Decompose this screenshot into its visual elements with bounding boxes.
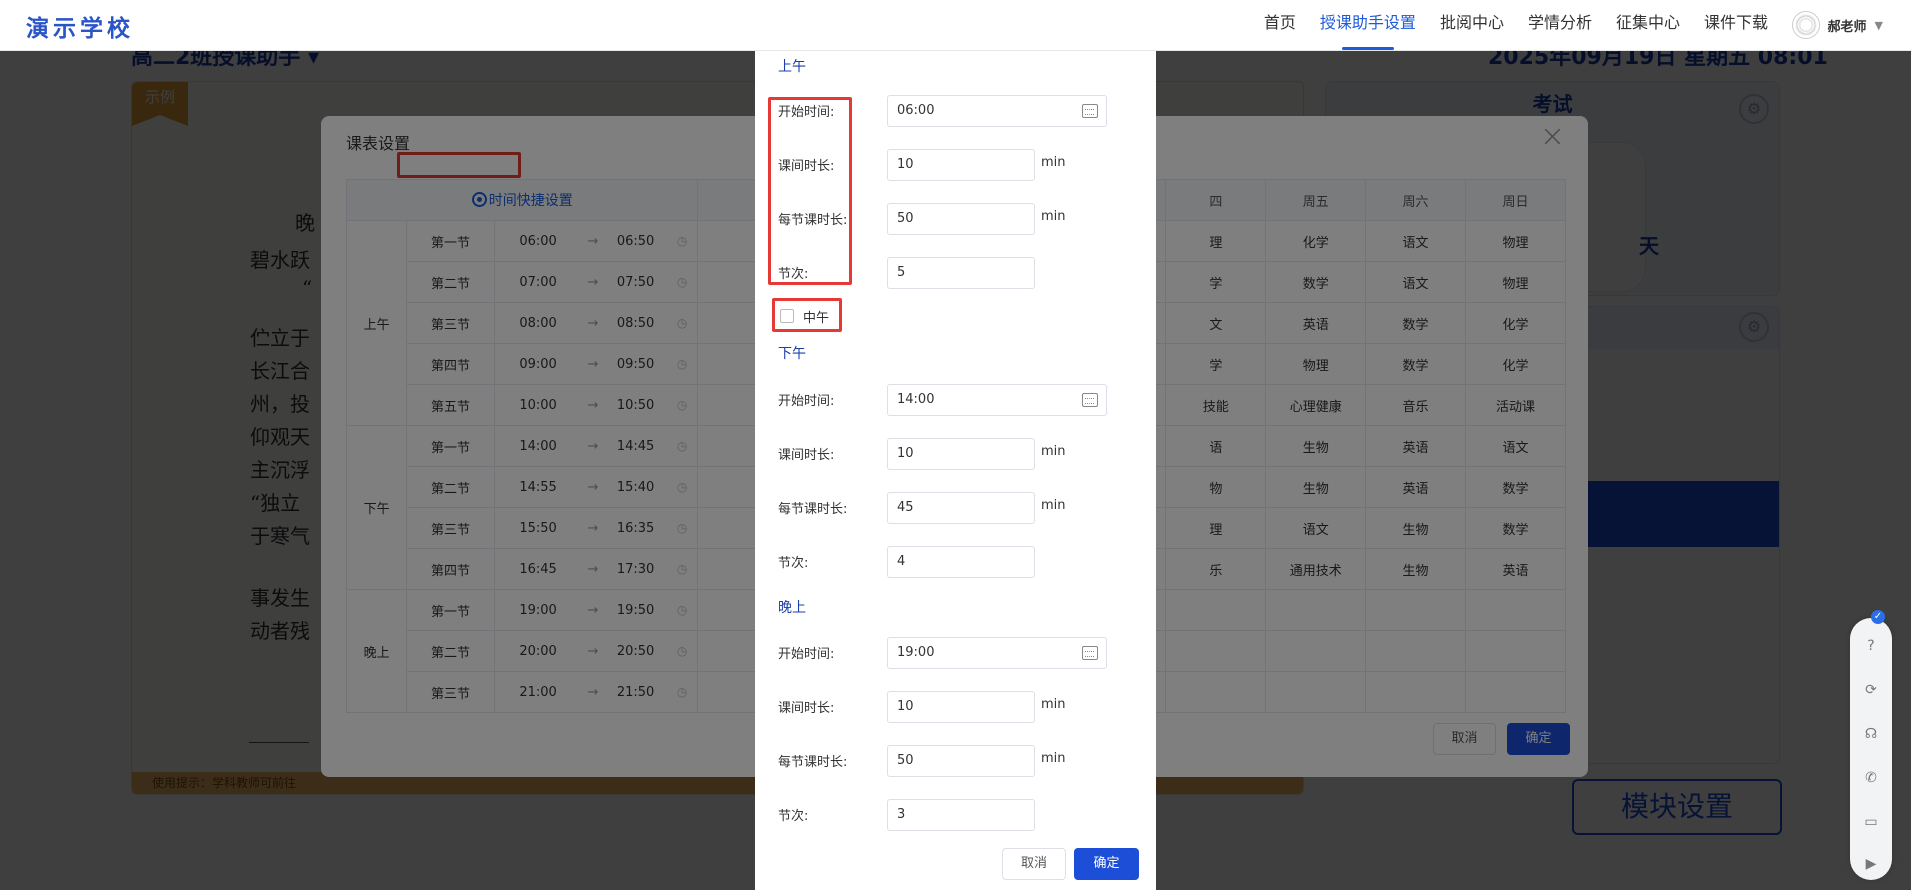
calendar-icon: [1082, 393, 1098, 407]
afternoon-start-time-input[interactable]: 14:00: [887, 384, 1107, 416]
nav-collection-center[interactable]: 征集中心: [1616, 0, 1680, 51]
top-header: 演示学校 首页 授课助手设置 批阅中心 学情分析 征集中心 课件下载 郝老师 ▼: [0, 0, 1911, 51]
play-icon[interactable]: ▶: [1863, 856, 1879, 872]
afternoon-lesson-input[interactable]: 45: [887, 492, 1035, 524]
panel-cancel-button[interactable]: 取消: [1002, 848, 1066, 880]
headset-icon[interactable]: ☊: [1863, 726, 1879, 742]
panel-confirm-button[interactable]: 确定: [1074, 848, 1139, 880]
morning-start-time-input[interactable]: 06:00: [887, 95, 1107, 127]
morning-section-title: 上午: [778, 59, 806, 75]
afternoon-count-label: 节次:: [778, 556, 809, 571]
afternoon-break-input[interactable]: 10: [887, 438, 1035, 470]
evening-count-input[interactable]: 3: [887, 799, 1035, 831]
morning-count-input[interactable]: 5: [887, 257, 1035, 289]
nav-home[interactable]: 首页: [1264, 0, 1296, 51]
evening-break-input[interactable]: 10: [887, 691, 1035, 723]
main-nav: 首页 授课助手设置 批阅中心 学情分析 征集中心 课件下载: [1240, 0, 1768, 51]
help-icon[interactable]: ?: [1863, 638, 1879, 654]
evening-lesson-label: 每节课时长:: [778, 755, 848, 770]
phone-icon[interactable]: ✆: [1863, 770, 1879, 786]
chevron-down-icon: ▼: [1874, 18, 1883, 32]
unit-label: min: [1041, 209, 1066, 224]
morning-lesson-input[interactable]: 50: [887, 203, 1035, 235]
afternoon-start-label: 开始时间:: [778, 394, 835, 409]
calendar-icon: [1082, 646, 1098, 660]
floating-toolbar: ? ⟳ ☊ ✆ ▭ ▶: [1850, 618, 1892, 880]
refresh-icon[interactable]: ⟳: [1863, 682, 1879, 698]
evening-start-value: 19:00: [897, 645, 935, 660]
unit-label: min: [1041, 697, 1066, 712]
card-icon[interactable]: ▭: [1863, 814, 1879, 830]
nav-teaching-assistant-settings[interactable]: 授课助手设置: [1320, 0, 1416, 51]
afternoon-count-input[interactable]: 4: [887, 546, 1035, 578]
school-logo[interactable]: 演示学校: [26, 9, 134, 43]
user-menu[interactable]: 郝老师 ▼: [1791, 10, 1883, 40]
morning-fields-highlight: [768, 97, 852, 285]
nav-courseware-download[interactable]: 课件下载: [1704, 0, 1768, 51]
unit-label: min: [1041, 751, 1066, 766]
nav-grading-center[interactable]: 批阅中心: [1440, 0, 1504, 51]
unit-label: min: [1041, 498, 1066, 513]
avatar: [1791, 11, 1820, 39]
morning-break-input[interactable]: 10: [887, 149, 1035, 181]
evening-count-label: 节次:: [778, 809, 809, 824]
afternoon-lesson-label: 每节课时长:: [778, 502, 848, 517]
calendar-icon: [1082, 104, 1098, 118]
evening-section-title: 晚上: [778, 600, 806, 616]
afternoon-start-value: 14:00: [897, 392, 935, 407]
unit-label: min: [1041, 444, 1066, 459]
nav-learning-analysis[interactable]: 学情分析: [1528, 0, 1592, 51]
unit-label: min: [1041, 155, 1066, 170]
evening-lesson-input[interactable]: 50: [887, 745, 1035, 777]
collapse-badge-icon[interactable]: ✓: [1871, 610, 1885, 624]
morning-start-value: 06:00: [897, 103, 935, 118]
afternoon-break-label: 课间时长:: [778, 448, 835, 463]
afternoon-section-title: 下午: [778, 346, 806, 362]
noon-highlight: [772, 298, 842, 332]
time-quick-set-panel: 上午 开始时间: 06:00 课间时长: 10 min 每节课时长: 50 mi…: [755, 51, 1156, 890]
evening-start-time-input[interactable]: 19:00: [887, 637, 1107, 669]
evening-break-label: 课间时长:: [778, 701, 835, 716]
evening-start-label: 开始时间:: [778, 647, 835, 662]
user-name: 郝老师: [1827, 19, 1867, 35]
